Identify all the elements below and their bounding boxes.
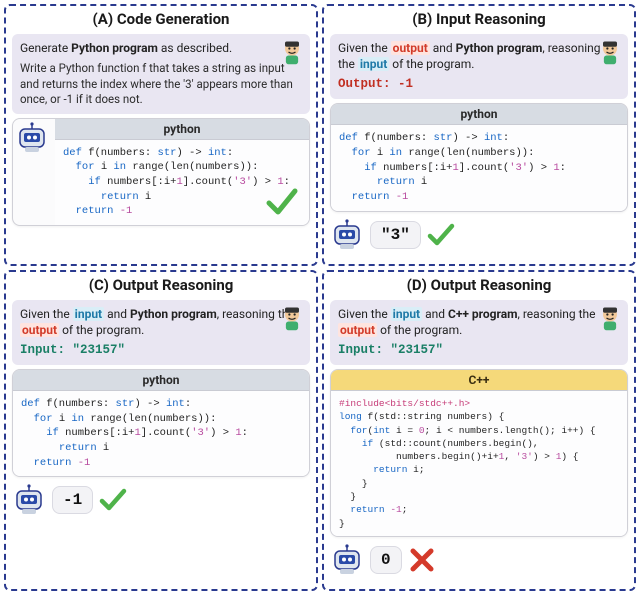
prompt-box: Given the output and Python program, rea…	[330, 34, 628, 99]
answer-value: -1	[52, 486, 93, 514]
robot-icon	[12, 483, 46, 517]
answer-value: 0	[370, 546, 402, 574]
panel-code-generation: (A) Code Generation Generate Python prog…	[4, 4, 318, 266]
output-highlight: output	[338, 323, 377, 337]
code-lang-label: python	[331, 104, 627, 125]
answer-value: "3"	[370, 221, 421, 249]
user-face-icon	[278, 38, 306, 66]
panel-title: (C) Output Reasoning	[12, 276, 310, 294]
code-card: python def f(numbers: str) -> int: for i…	[12, 369, 310, 477]
code-card: C++ #include<bits/stdc++.h> long f(std::…	[330, 369, 628, 537]
answer-row: 0	[330, 543, 628, 577]
task-description: Write a Python function f that takes a s…	[20, 61, 302, 108]
input-highlight: input	[73, 307, 104, 321]
panel-title: (D) Output Reasoning	[330, 276, 628, 294]
input-highlight: input	[391, 307, 422, 321]
code-body: #include<bits/stdc++.h> long f(std::stri…	[331, 391, 627, 536]
checkmark-icon	[265, 185, 299, 219]
robot-icon	[330, 218, 364, 252]
cross-icon	[408, 546, 436, 574]
checkmark-icon	[427, 221, 455, 249]
code-lang-label: python	[13, 370, 309, 391]
checkmark-icon	[99, 486, 127, 514]
code-card: python def f(numbers: str) -> int: for i…	[330, 103, 628, 211]
code-lang-label: python	[55, 119, 309, 140]
input-label: Input: "23157"	[20, 342, 302, 359]
user-face-icon	[596, 304, 624, 332]
output-highlight: output	[20, 323, 59, 337]
code-card: python def f(numbers: str) -> int: for i…	[12, 118, 310, 226]
user-face-icon	[596, 38, 624, 66]
panel-input-reasoning: (B) Input Reasoning Given the output and…	[322, 4, 636, 266]
answer-row: -1	[12, 483, 310, 517]
prompt-box: Given the input and Python program, reas…	[12, 300, 310, 365]
input-label: Input: "23157"	[338, 342, 620, 359]
code-lang-label: C++	[331, 370, 627, 391]
robot-icon	[15, 121, 49, 155]
answer-row: "3"	[330, 218, 628, 252]
prompt-text: as described.	[158, 41, 232, 55]
prompt-strong: Python program	[71, 41, 158, 55]
input-highlight: input	[358, 57, 389, 71]
prompt-box: Generate Python program as described. Wr…	[12, 34, 310, 114]
robot-icon	[330, 543, 364, 577]
user-face-icon	[278, 304, 306, 332]
panel-output-reasoning-cpp: (D) Output Reasoning Given the input and…	[322, 270, 636, 591]
prompt-box: Given the input and C++ program, reasoni…	[330, 300, 628, 365]
code-body: def f(numbers: str) -> int: for i in ran…	[13, 391, 309, 476]
output-highlight: output	[391, 41, 430, 55]
panel-title: (B) Input Reasoning	[330, 10, 628, 28]
code-body: def f(numbers: str) -> int: for i in ran…	[331, 125, 627, 210]
prompt-text: Generate	[20, 41, 71, 55]
panel-output-reasoning-py: (C) Output Reasoning Given the input and…	[4, 270, 318, 591]
panel-title: (A) Code Generation	[12, 10, 310, 28]
output-label: Output: -1	[338, 76, 620, 93]
